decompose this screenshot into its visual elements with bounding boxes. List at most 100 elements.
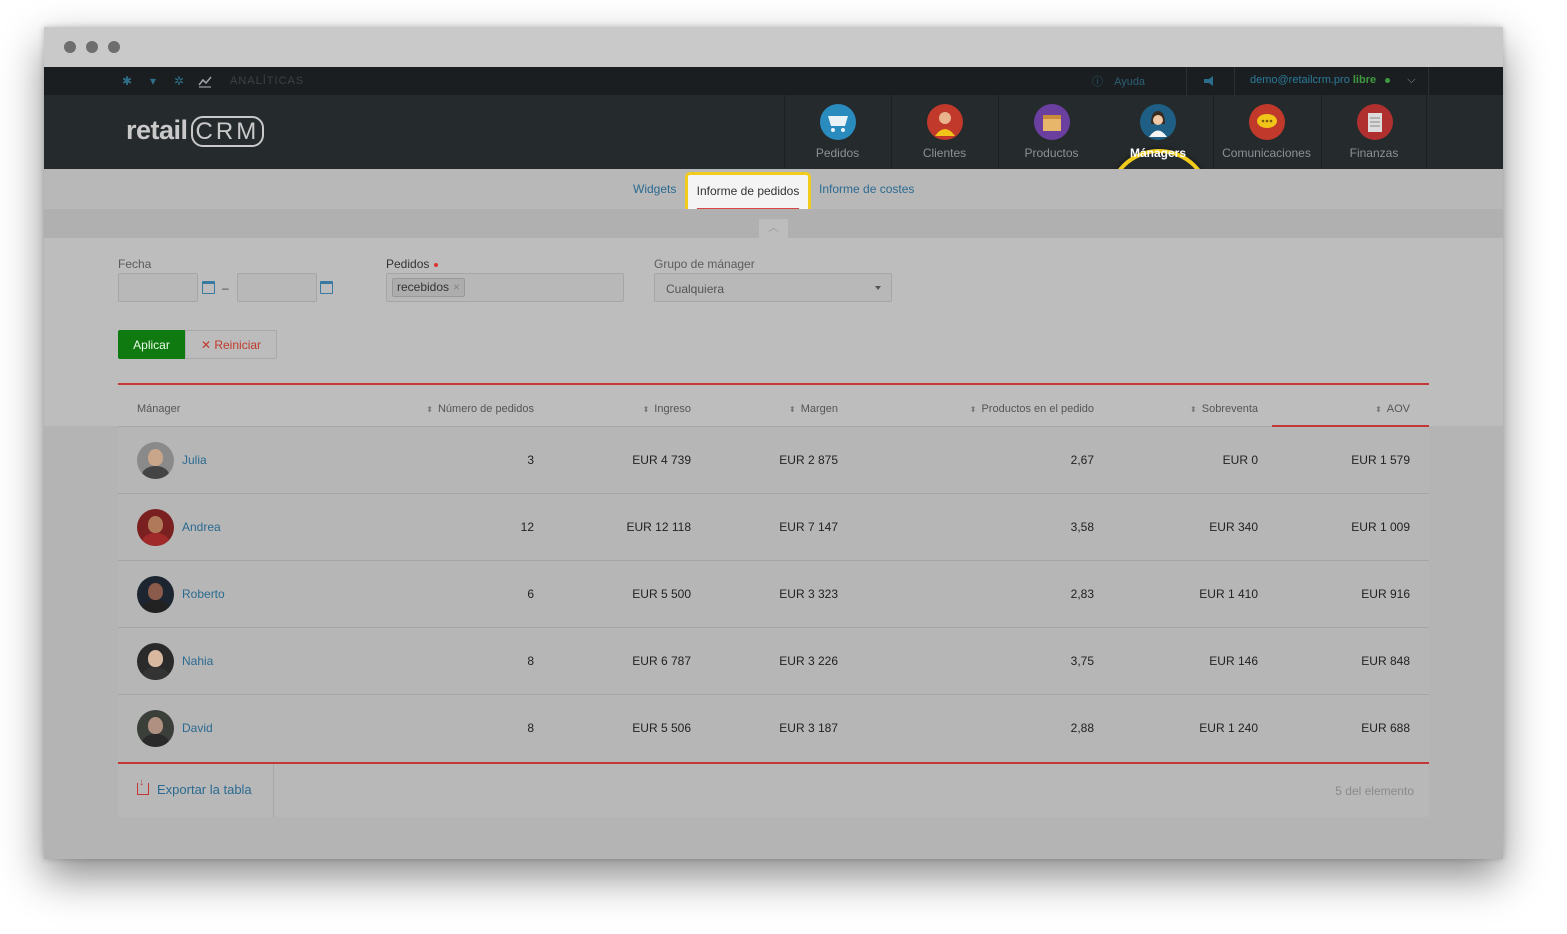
nav-item-comunicaciones[interactable]: Comunicaciones bbox=[1213, 95, 1319, 169]
status-tag: recebidos × bbox=[392, 278, 466, 297]
nav-item-finanzas[interactable]: Finanzas bbox=[1321, 95, 1427, 169]
date-separator: – bbox=[222, 281, 229, 295]
utility-separator bbox=[1428, 67, 1429, 95]
table-row: Nahia 8 EUR 6 787 EUR 3 226 3,75 EUR 146… bbox=[118, 628, 1429, 695]
window-titlebar bbox=[44, 27, 1503, 67]
reset-label: Reiniciar bbox=[214, 337, 262, 352]
collapse-filters-toggle[interactable]: ︿ bbox=[759, 219, 788, 238]
products-cell: 2,67 bbox=[1070, 453, 1094, 467]
orders-label: Pedidos bbox=[386, 257, 439, 271]
manager-name-link[interactable]: Julia bbox=[182, 453, 207, 467]
cart-small-icon[interactable]: ▾ bbox=[146, 74, 160, 88]
aov-cell: EUR 688 bbox=[1361, 721, 1410, 735]
date-from-field[interactable] bbox=[118, 273, 198, 302]
date-label: Fecha bbox=[118, 257, 152, 271]
help-label: Ayuda bbox=[1114, 76, 1146, 88]
window-minimize-dot[interactable] bbox=[86, 41, 98, 53]
manager-name-link[interactable]: David bbox=[182, 721, 213, 735]
nav-item-managers[interactable]: Mánagers bbox=[1105, 95, 1211, 169]
export-label: Exportar la tabla bbox=[157, 782, 252, 797]
column-header-aov[interactable]: ⬍ AOV bbox=[1375, 403, 1410, 415]
avatar bbox=[137, 509, 174, 546]
margin-cell: EUR 2 875 bbox=[779, 453, 838, 467]
calendar-icon[interactable] bbox=[202, 281, 215, 294]
user-email: demo@retailcrm.pro bbox=[1250, 74, 1350, 86]
integration-icon[interactable]: ✲ bbox=[172, 74, 186, 88]
upsell-cell: EUR 1 410 bbox=[1199, 587, 1258, 601]
aov-cell: EUR 1 579 bbox=[1351, 453, 1410, 467]
utility-separator bbox=[1234, 67, 1235, 95]
margin-cell: EUR 3 226 bbox=[779, 654, 838, 668]
manager-icon bbox=[1140, 104, 1176, 140]
tab-orders-report-label: Informe de pedidos bbox=[696, 184, 800, 198]
utility-bar: ✱ ▾ ✲ ANALÍTICAS ⓘ Ayuda demo@retailcrm.… bbox=[44, 67, 1503, 95]
analytics-label[interactable]: ANALÍTICAS bbox=[230, 75, 304, 87]
logo-text: retail bbox=[126, 115, 188, 145]
column-header-manager: Mánager bbox=[137, 403, 181, 415]
apply-button[interactable]: Aplicar bbox=[118, 330, 185, 359]
sort-icon: ⬍ bbox=[789, 405, 796, 414]
help-link[interactable]: ⓘ Ayuda bbox=[1092, 73, 1145, 89]
plan-badge: libre bbox=[1352, 74, 1377, 86]
table-header: Mánager ⬍ Número de pedidos ⬍ Ingreso ⬍ Mar… bbox=[118, 385, 1429, 427]
avatar bbox=[137, 710, 174, 747]
column-header-revenue[interactable]: ⬍ Ingreso bbox=[643, 403, 691, 415]
products-cell: 2,88 bbox=[1070, 721, 1094, 735]
manager-group-value: Cualquiera bbox=[666, 282, 725, 296]
column-header-products[interactable]: ⬍ Productos en el pedido bbox=[970, 403, 1094, 415]
manager-name-link[interactable]: Andrea bbox=[182, 520, 221, 534]
orders-cell: 6 bbox=[527, 587, 534, 601]
chat-icon bbox=[1249, 104, 1285, 140]
window-close-dot[interactable] bbox=[64, 41, 76, 53]
settings-icon[interactable]: ✱ bbox=[120, 74, 134, 88]
column-header-margin[interactable]: ⬍ Margen bbox=[789, 403, 838, 415]
tab-widgets[interactable]: Widgets bbox=[633, 182, 676, 196]
items-count: 5 del elemento bbox=[1335, 784, 1414, 798]
sort-icon: ⬍ bbox=[1375, 405, 1382, 414]
avatar bbox=[137, 643, 174, 680]
nav-label: Finanzas bbox=[1349, 146, 1399, 160]
products-cell: 3,75 bbox=[1070, 654, 1094, 668]
orders-status-field[interactable]: recebidos × bbox=[386, 273, 624, 302]
revenue-cell: EUR 4 739 bbox=[632, 453, 691, 467]
announcement-icon[interactable] bbox=[1202, 74, 1216, 88]
help-icon: ⓘ bbox=[1092, 76, 1103, 88]
manager-name-link[interactable]: Nahia bbox=[182, 654, 213, 668]
manager-name-link[interactable]: Roberto bbox=[182, 587, 225, 601]
cart-icon bbox=[820, 104, 856, 140]
finance-icon bbox=[1357, 104, 1393, 140]
orders-cell: 3 bbox=[527, 453, 534, 467]
nav-item-pedidos[interactable]: Pedidos bbox=[784, 95, 890, 169]
aov-cell: EUR 848 bbox=[1361, 654, 1410, 668]
upsell-cell: EUR 0 bbox=[1222, 453, 1258, 467]
footer-separator bbox=[273, 764, 274, 817]
remove-tag-icon[interactable]: × bbox=[453, 280, 460, 294]
calendar-icon[interactable] bbox=[320, 281, 333, 294]
window-maximize-dot[interactable] bbox=[108, 41, 120, 53]
margin-cell: EUR 3 187 bbox=[779, 721, 838, 735]
date-to-field[interactable] bbox=[237, 273, 317, 302]
nav-label: Pedidos bbox=[815, 146, 860, 160]
revenue-cell: EUR 5 500 bbox=[632, 587, 691, 601]
download-icon bbox=[137, 777, 149, 795]
tab-costs-report[interactable]: Informe de costes bbox=[819, 182, 914, 196]
export-table-link[interactable]: Exportar la tabla bbox=[137, 777, 252, 797]
column-header-orders[interactable]: ⬍ Número de pedidos bbox=[426, 403, 534, 415]
analytics-icon[interactable] bbox=[198, 74, 212, 88]
person-icon bbox=[927, 104, 963, 140]
avatar bbox=[137, 576, 174, 613]
orders-cell: 8 bbox=[527, 721, 534, 735]
margin-cell: EUR 3 323 bbox=[779, 587, 838, 601]
utility-separator bbox=[1186, 67, 1187, 95]
column-header-upsell[interactable]: ⬍ Sobreventa bbox=[1190, 403, 1258, 415]
user-menu[interactable]: demo@retailcrm.pro libre ⌵ bbox=[1250, 74, 1416, 87]
manager-group-select[interactable]: Cualquiera bbox=[654, 273, 892, 302]
reset-button[interactable]: ✕ Reiniciar bbox=[185, 330, 277, 359]
upsell-cell: EUR 1 240 bbox=[1199, 721, 1258, 735]
nav-item-clientes[interactable]: Clientes bbox=[891, 95, 997, 169]
nav-item-productos[interactable]: Productos bbox=[998, 95, 1104, 169]
required-marker bbox=[434, 262, 439, 267]
retailcrm-logo[interactable]: retail CRM bbox=[126, 115, 265, 147]
table-row: David 8 EUR 5 506 EUR 3 187 2,88 EUR 1 2… bbox=[118, 695, 1429, 762]
chevron-down-icon: ⌵ bbox=[1407, 74, 1416, 86]
